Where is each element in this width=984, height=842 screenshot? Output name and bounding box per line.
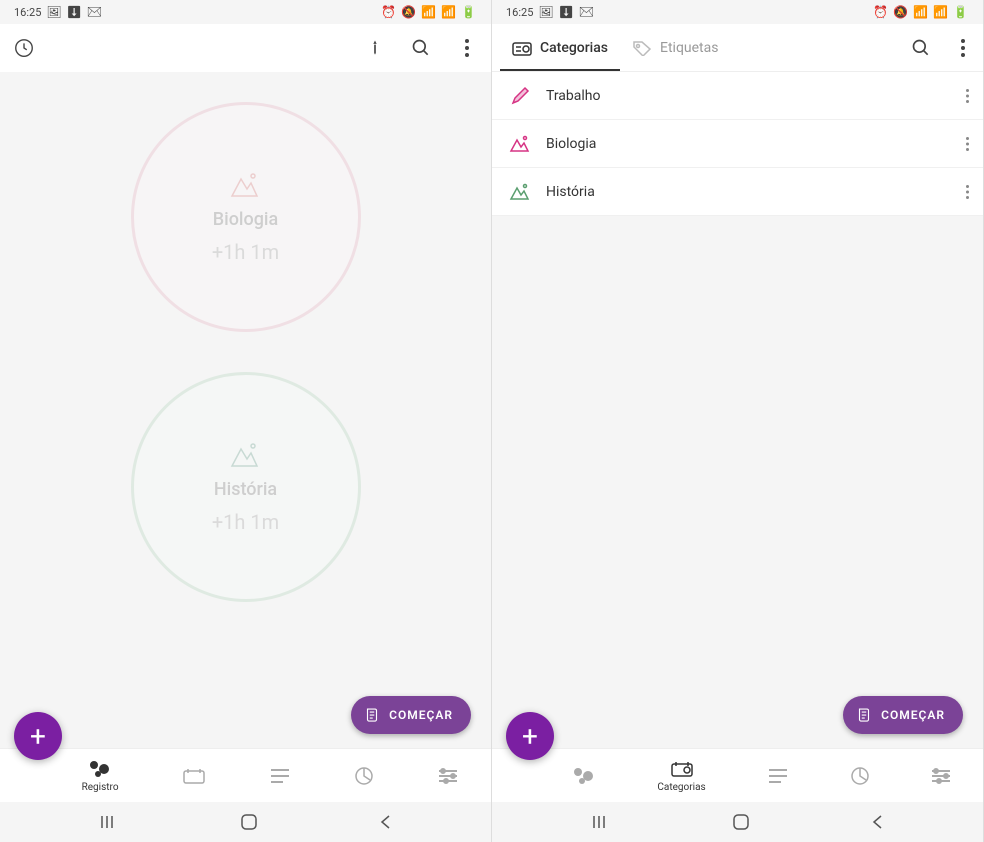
- screen-registro: 16:25 🖼 ⬇ ✉ ⏰ 🔕 📶 📶 🔋: [0, 0, 492, 842]
- status-right-icons: ⏰ 🔕 📶 📶 🔋: [381, 5, 477, 19]
- nav-home[interactable]: [732, 813, 750, 831]
- start-button[interactable]: COMEÇAR: [843, 696, 963, 734]
- more-icon[interactable]: [455, 36, 479, 60]
- nav-home[interactable]: [240, 813, 258, 831]
- tab-etiquetas-top[interactable]: Etiquetas: [620, 24, 730, 71]
- status-left-icons: 🖼 ⬇ ✉: [46, 5, 103, 19]
- topbar: [0, 24, 491, 72]
- status-time: 16:25: [506, 6, 533, 19]
- status-time: 16:25: [14, 6, 41, 19]
- tab-label: Categorias: [540, 40, 608, 56]
- filter-icon[interactable]: [363, 36, 387, 60]
- tab-list[interactable]: [767, 765, 789, 787]
- tab-pie[interactable]: [850, 765, 870, 787]
- add-button[interactable]: +: [14, 712, 62, 760]
- nav-back[interactable]: [379, 814, 391, 830]
- main-content: Trabalho Biologia História: [492, 72, 983, 700]
- status-right-icons: ⏰ 🔕 📶 📶 🔋: [873, 5, 969, 19]
- clock-icon[interactable]: [12, 36, 36, 60]
- start-button[interactable]: COMEÇAR: [351, 696, 471, 734]
- tab-label: Etiquetas: [660, 40, 718, 56]
- mountain-icon: [229, 441, 263, 469]
- tab-settings[interactable]: [930, 765, 952, 787]
- category-item-historia[interactable]: História: [492, 168, 983, 216]
- search-icon[interactable]: [909, 36, 933, 60]
- tab-registro[interactable]: [572, 765, 596, 787]
- status-bar: 16:25 🖼 ⬇ ✉ ⏰ 🔕 📶 📶 🔋: [0, 0, 491, 24]
- circle-time: +1h 1m: [212, 240, 279, 264]
- tags-icon: [632, 40, 652, 56]
- scroll-icon: [363, 706, 381, 724]
- status-left-icons: 🖼 ⬇ ✉: [538, 5, 595, 19]
- nav-bar: [0, 802, 491, 842]
- start-label: COMEÇAR: [881, 708, 945, 722]
- category-name: Biologia: [546, 136, 966, 152]
- category-item-trabalho[interactable]: Trabalho: [492, 72, 983, 120]
- category-item-biologia[interactable]: Biologia: [492, 120, 983, 168]
- circle-title: Biologia: [213, 209, 278, 230]
- mountain-icon: [506, 183, 534, 201]
- screen-categorias: 16:25 🖼 ⬇ ✉ ⏰ 🔕 📶 📶 🔋 Categorias Etiquet…: [492, 0, 984, 842]
- tab-list[interactable]: [269, 765, 291, 787]
- tab-categorias[interactable]: [182, 765, 206, 787]
- category-name: Trabalho: [546, 88, 966, 104]
- item-more-icon[interactable]: [966, 89, 969, 103]
- category-name: História: [546, 184, 966, 200]
- mountain-icon: [229, 171, 263, 199]
- tab-label: Registro: [82, 782, 119, 793]
- nav-back[interactable]: [871, 814, 883, 830]
- circle-historia[interactable]: História +1h 1m: [131, 372, 361, 602]
- item-more-icon[interactable]: [966, 185, 969, 199]
- circle-title: História: [214, 479, 277, 500]
- pen-icon: [506, 86, 534, 106]
- mountain-icon: [506, 135, 534, 153]
- status-bar: 16:25 🖼 ⬇ ✉ ⏰ 🔕 📶 📶 🔋: [492, 0, 983, 24]
- start-label: COMEÇAR: [389, 708, 453, 722]
- circle-time: +1h 1m: [212, 510, 279, 534]
- add-button[interactable]: +: [506, 712, 554, 760]
- scroll-icon: [855, 706, 873, 724]
- bottom-tabs: Registro: [0, 748, 491, 802]
- main-content: Biologia +1h 1m História +1h 1m: [0, 72, 491, 748]
- search-icon[interactable]: [409, 36, 433, 60]
- tab-registro[interactable]: Registro: [82, 758, 119, 793]
- bottom-tabs: Categorias: [492, 748, 983, 802]
- circle-biologia[interactable]: Biologia +1h 1m: [131, 102, 361, 332]
- more-icon[interactable]: [951, 36, 975, 60]
- tab-categorias[interactable]: Categorias: [657, 758, 705, 793]
- tab-pie[interactable]: [354, 765, 374, 787]
- radio-icon: [512, 40, 532, 56]
- nav-recent[interactable]: [593, 815, 611, 829]
- tab-settings[interactable]: [437, 765, 459, 787]
- topbar-tabs: Categorias Etiquetas: [492, 24, 983, 72]
- tab-label: Categorias: [657, 782, 705, 793]
- nav-bar: [492, 802, 983, 842]
- nav-recent[interactable]: [101, 815, 119, 829]
- category-list: Trabalho Biologia História: [492, 72, 983, 216]
- tab-categorias-top[interactable]: Categorias: [500, 24, 620, 71]
- item-more-icon[interactable]: [966, 137, 969, 151]
